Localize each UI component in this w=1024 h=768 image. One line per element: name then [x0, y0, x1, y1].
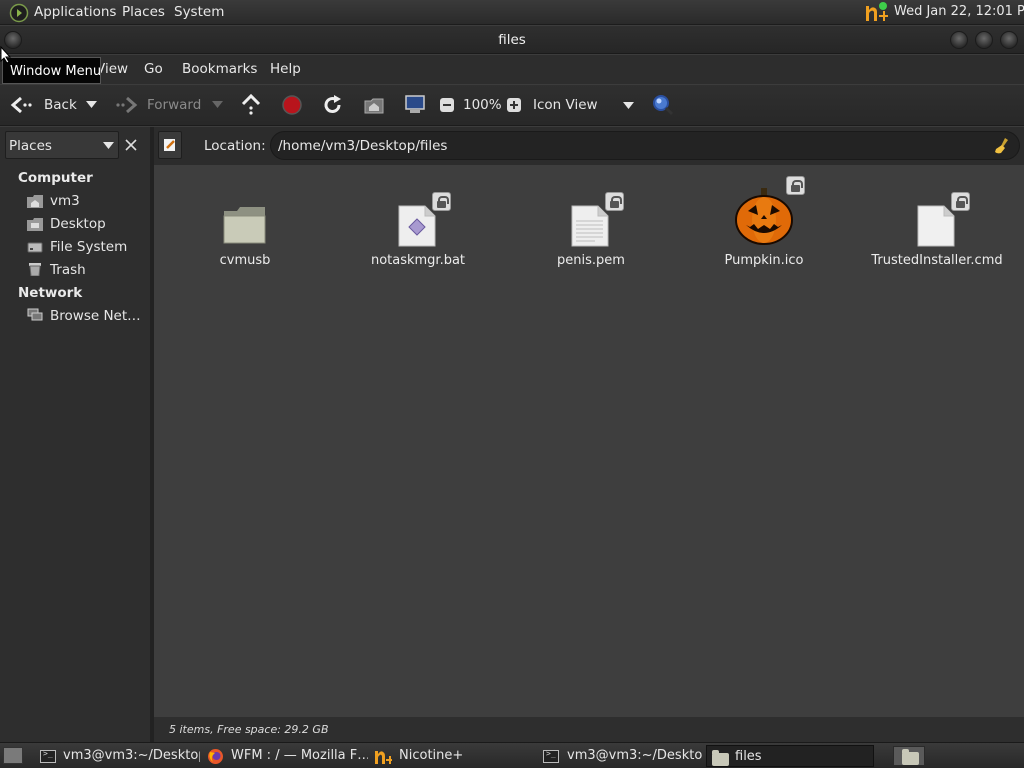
clock[interactable]: Wed Jan 22, 12:01 PM	[894, 4, 1024, 19]
toolbar: Back Forward 100% Icon View	[0, 85, 1024, 126]
places-menu[interactable]: Places	[122, 4, 165, 20]
sidebar-item-trash[interactable]: Trash	[50, 262, 86, 278]
edit-pencil-icon	[164, 139, 175, 151]
minimize-button[interactable]	[950, 31, 968, 49]
nicotine-tray-icon[interactable]	[863, 1, 889, 24]
window-title: files	[498, 32, 526, 48]
taskbar-label: Nicotine+	[399, 748, 464, 763]
view-mode-select[interactable]: Icon View	[528, 91, 640, 119]
location-toggle-button[interactable]	[158, 131, 182, 159]
maximize-button[interactable]	[975, 31, 993, 49]
back-history-dropdown-icon[interactable]	[86, 101, 97, 109]
file-name: Pumpkin.ico	[724, 253, 804, 268]
window-menu-tooltip: Window Menu	[2, 57, 101, 84]
nicotine-icon	[375, 751, 392, 764]
pumpkin-icon	[735, 188, 793, 245]
home-folder-icon	[27, 195, 43, 208]
applications-menu[interactable]: Applications	[34, 4, 116, 20]
menu-help[interactable]: Help	[270, 61, 301, 77]
bottom-panel: vm3@vm3:~/Desktop WFM : / — Mozilla F… N…	[0, 742, 1024, 768]
lock-icon	[951, 192, 970, 211]
top-panel: Applications Places System Wed Jan 22, 1…	[0, 0, 1024, 25]
mouse-cursor-icon	[0, 46, 12, 64]
text-file-icon	[571, 205, 609, 247]
desktop-folder-icon	[27, 218, 43, 231]
forward-button[interactable]: Forward	[112, 90, 212, 120]
folder-icon	[712, 750, 729, 766]
menu-bookmarks[interactable]: Bookmarks	[182, 61, 257, 77]
zoom-out-icon[interactable]	[439, 97, 455, 113]
forward-label: Forward	[147, 97, 202, 113]
taskbar-label: vm3@vm3:~/Desktop	[63, 748, 200, 763]
sidebar-item-desktop[interactable]: Desktop	[50, 216, 106, 232]
file-name: notaskmgr.bat	[370, 253, 466, 268]
computer-icon[interactable]	[404, 94, 426, 116]
location-label: Location:	[204, 138, 266, 154]
applications-menu-icon[interactable]	[9, 3, 29, 23]
file-system-icon	[27, 242, 43, 253]
search-icon[interactable]	[651, 93, 675, 117]
file-name: TrustedInstaller.cmd	[871, 253, 1003, 268]
show-desktop-icon[interactable]	[3, 747, 23, 764]
taskbar-item-nicotine[interactable]: Nicotine+	[371, 745, 536, 767]
zoom-level[interactable]: 100%	[463, 97, 502, 113]
statusbar: 5 items, Free space: 29.2 GB	[154, 717, 1024, 742]
reload-icon[interactable]	[322, 94, 344, 116]
status-text: 5 items, Free space: 29.2 GB	[169, 723, 329, 736]
back-label: Back	[44, 97, 77, 113]
home-icon[interactable]	[363, 95, 385, 115]
sidebar-heading-network: Network	[18, 285, 83, 301]
zoom-in-icon[interactable]	[506, 97, 522, 113]
forward-history-dropdown-icon[interactable]	[212, 101, 223, 109]
trash-icon	[29, 263, 41, 276]
terminal-icon	[543, 749, 559, 763]
lock-icon	[605, 192, 624, 211]
back-arrow-icon	[10, 96, 32, 114]
sidebar-item-vm3[interactable]: vm3	[50, 193, 80, 209]
chevron-down-icon	[623, 102, 634, 109]
view-mode-label: Icon View	[533, 97, 598, 113]
taskbar-label: WFM : / — Mozilla F…	[231, 748, 368, 763]
system-menu[interactable]: System	[174, 4, 224, 20]
menu-go[interactable]: Go	[144, 61, 163, 77]
close-sidebar-icon[interactable]	[124, 138, 138, 152]
script-file-icon	[398, 205, 436, 247]
lock-icon	[786, 176, 805, 195]
sidebar-item-browse-network[interactable]: Browse Net…	[50, 308, 141, 324]
network-icon	[27, 308, 43, 321]
lock-icon	[432, 192, 451, 211]
clear-location-icon[interactable]	[993, 137, 1011, 155]
sidebar-heading-computer: Computer	[18, 170, 93, 186]
blank-file-icon	[917, 205, 955, 247]
sidebar-item-file-system[interactable]: File System	[50, 239, 127, 255]
window-titlebar[interactable]: files	[0, 26, 1024, 54]
folder-icon	[902, 749, 919, 765]
firefox-icon	[208, 749, 223, 764]
menubar: View Go Bookmarks Help	[0, 55, 1024, 84]
location-input[interactable]: /home/vm3/Desktop/files	[270, 131, 1020, 160]
stop-icon[interactable]	[281, 94, 303, 116]
taskbar-item-firefox[interactable]: WFM : / — Mozilla F…	[204, 745, 368, 767]
forward-arrow-icon	[116, 96, 138, 114]
up-arrow-icon[interactable]	[240, 93, 262, 117]
terminal-icon	[40, 749, 56, 763]
chevron-down-icon	[103, 142, 114, 149]
taskbar-label: vm3@vm3:~/Desktop	[567, 748, 703, 763]
workspace-switcher[interactable]	[893, 746, 925, 766]
location-path: /home/vm3/Desktop/files	[278, 138, 448, 154]
folder-icon	[223, 207, 266, 244]
sidebar-places-combo[interactable]: Places	[5, 131, 119, 159]
places-combo-label: Places	[9, 138, 52, 154]
taskbar-item-files[interactable]: files	[706, 745, 874, 767]
taskbar-item-terminal-2[interactable]: vm3@vm3:~/Desktop	[540, 745, 703, 767]
taskbar-label: files	[735, 749, 762, 764]
file-name: penis.pem	[557, 253, 625, 268]
close-window-button[interactable]	[1000, 31, 1018, 49]
taskbar-item-terminal-1[interactable]: vm3@vm3:~/Desktop	[37, 745, 200, 767]
file-name: cvmusb	[219, 253, 271, 268]
